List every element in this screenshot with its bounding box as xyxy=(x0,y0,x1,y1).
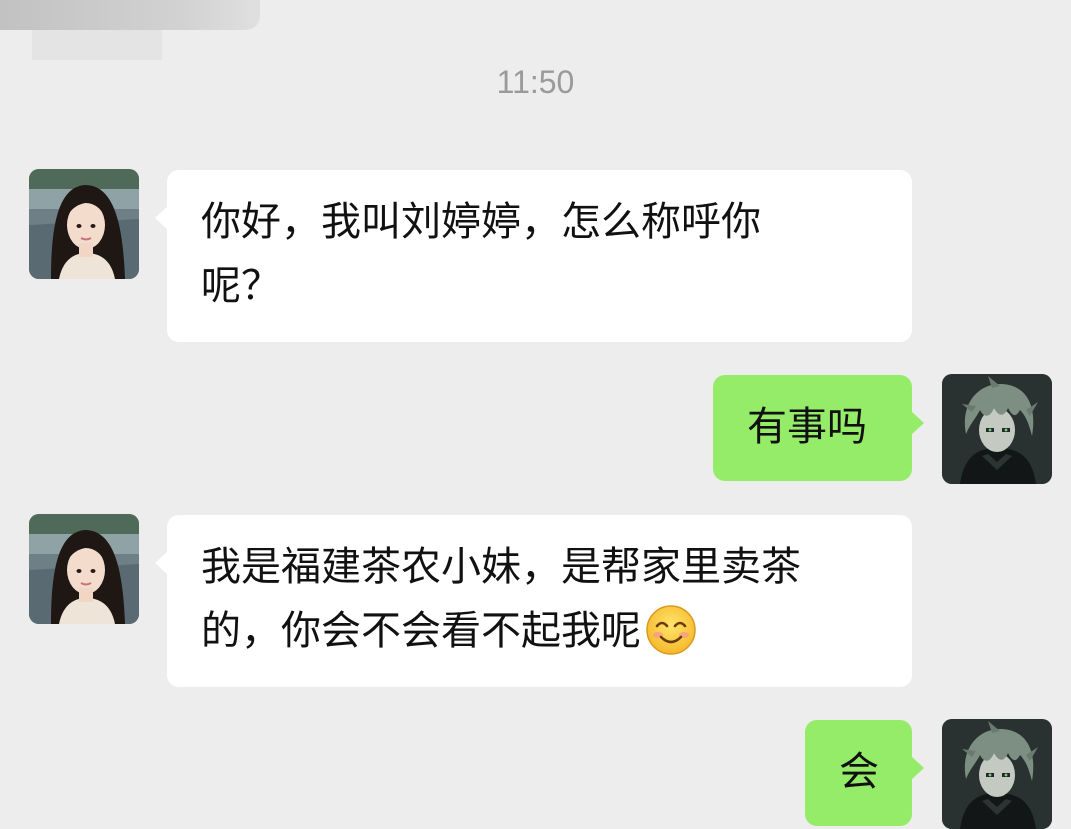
incoming-message-bubble[interactable]: 我是福建茶农小妹，是帮家里卖茶 的，你会不会看不起我呢 xyxy=(155,515,912,687)
contact-avatar[interactable] xyxy=(29,169,139,279)
smiling-face-emoji-icon xyxy=(646,605,696,655)
anime-boy-avatar-icon xyxy=(942,374,1052,484)
girl-avatar-icon xyxy=(29,169,139,279)
message-text-line: 的，你会不会看不起我呢 xyxy=(201,599,876,663)
my-avatar[interactable] xyxy=(942,719,1052,829)
message-text-segment: 的，你会不会看不起我呢 xyxy=(201,608,641,654)
blurred-header-shadow xyxy=(32,30,162,60)
girl-avatar-icon xyxy=(29,514,139,624)
message-text-line: 你好，我叫刘婷婷，怎么称呼你 xyxy=(201,199,761,245)
blurred-header xyxy=(0,0,260,30)
incoming-message-bubble[interactable]: 你好，我叫刘婷婷，怎么称呼你 呢？ xyxy=(155,170,912,342)
message-text-line: 会 xyxy=(839,749,879,795)
outgoing-message-bubble[interactable]: 会 xyxy=(805,720,924,826)
outgoing-message-bubble[interactable]: 有事吗 xyxy=(713,375,924,481)
message-text-line: 有事吗 xyxy=(747,404,867,450)
message-timestamp: 11:50 xyxy=(496,64,575,100)
message-text-line: 呢？ xyxy=(201,263,281,309)
anime-boy-avatar-icon xyxy=(942,719,1052,829)
contact-avatar[interactable] xyxy=(29,514,139,624)
message-text-line: 我是福建茶农小妹，是帮家里卖茶 xyxy=(201,544,801,590)
my-avatar[interactable] xyxy=(942,374,1052,484)
